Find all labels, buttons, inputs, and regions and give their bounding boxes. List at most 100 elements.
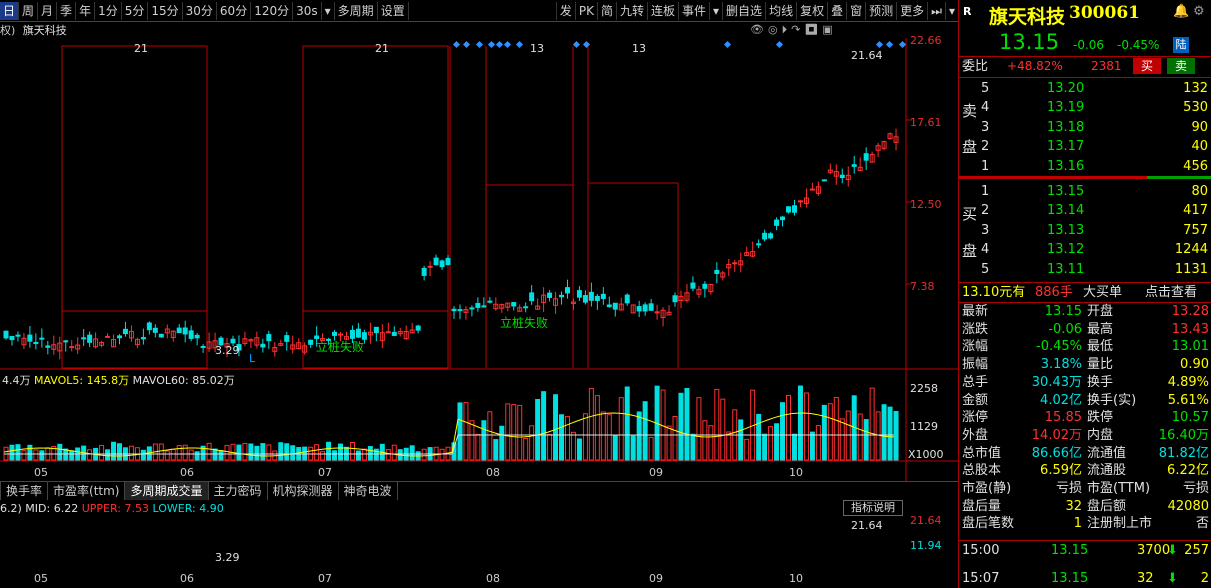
r-badge: R	[963, 5, 972, 18]
indicator-tab[interactable]: 主力密码	[209, 482, 268, 500]
period-tab[interactable]: 设置	[378, 1, 409, 20]
tool-button[interactable]: 预测	[865, 1, 896, 20]
period-tab[interactable]: 周	[19, 1, 39, 20]
tool-button[interactable]: 发	[555, 1, 575, 20]
candle-body	[809, 188, 815, 191]
candle-body	[451, 308, 457, 312]
period-tab[interactable]: 季	[57, 1, 77, 20]
indicator-tab[interactable]: 市盈率(ttm)	[48, 482, 126, 500]
fullscreen-icon[interactable]: ⏭	[927, 1, 945, 20]
volume-bar	[887, 406, 893, 461]
chevron-down-icon[interactable]: ▾	[322, 1, 335, 20]
period-tab[interactable]: 日	[0, 1, 20, 20]
weibi-value: +48.82%	[1007, 59, 1063, 73]
day-label: 21	[134, 42, 148, 55]
cycle-box	[61, 45, 208, 369]
volume-bar	[511, 404, 517, 461]
stat-row: 市盈(静) 亏损 市盈(TTM) 亏损	[962, 481, 1209, 496]
volume-bar	[600, 411, 606, 461]
tool-button[interactable]: 复权	[796, 1, 827, 20]
period-tab[interactable]: 1分	[95, 1, 122, 20]
candle-body	[582, 295, 588, 303]
volume-bar	[875, 411, 881, 461]
ind-upper: UPPER: 7.53	[81, 502, 149, 515]
stat-row: 总手 30.43万 换手 4.89%	[962, 374, 1209, 390]
indicator-tab[interactable]: 神奇电波	[339, 482, 398, 500]
volume-bar	[481, 420, 487, 461]
chart-header: 权) 旗天科技 👁◎⏵↷⏹▣	[0, 22, 958, 38]
chevron-down-icon[interactable]: ▾	[944, 1, 958, 20]
orderbook-row: 4 13.19 530	[981, 100, 1208, 116]
period-tab[interactable]: 月	[38, 1, 58, 20]
tool-button[interactable]: 事件	[678, 1, 709, 20]
chevron-down-icon[interactable]: ▾	[709, 1, 722, 20]
sell-button[interactable]: 卖	[1167, 58, 1195, 74]
candle-body	[511, 302, 517, 307]
volume-bar	[57, 443, 63, 461]
candle-body	[457, 309, 463, 312]
volume-bar	[559, 414, 565, 461]
volume-bar	[188, 449, 194, 461]
period-tab[interactable]: 30分	[183, 1, 217, 20]
big-order-row[interactable]: 13.10元有 886手 大买单 点击查看	[959, 283, 1211, 302]
tool-button[interactable]: 更多	[896, 1, 927, 20]
candle-body	[116, 335, 122, 339]
period-tab[interactable]: 5分	[122, 1, 149, 20]
candle-body	[612, 302, 618, 310]
period-tab[interactable]: 年	[76, 1, 96, 20]
tick-row: 15:00 13.15 3700 ⬇ 257	[962, 543, 1209, 558]
candle-body	[606, 304, 612, 308]
volume-bar	[839, 418, 845, 461]
high-price-label: 21.64	[851, 49, 883, 62]
candle-body	[39, 337, 45, 340]
volume-bar	[636, 411, 642, 461]
ind-mid: MID: 6.22	[25, 502, 79, 515]
candle-body	[714, 269, 720, 274]
stat-row: 振幅 3.18% 量比 0.90	[962, 357, 1209, 373]
candle-body	[69, 346, 75, 349]
tool-button[interactable]: 简	[596, 1, 616, 20]
candle-body	[122, 328, 128, 335]
chart-tool-icons[interactable]: 👁◎⏵↷⏹▣	[750, 23, 837, 37]
indicator-tabs: 换手率 市盈率(ttm) 多周期成交量 主力密码 机构探测器 神奇电波	[0, 481, 958, 500]
indicator-tab[interactable]: 多周期成交量	[125, 482, 209, 500]
volume-bar	[863, 419, 869, 461]
indicator-tab[interactable]: 机构探测器	[268, 482, 339, 500]
signal-diamond	[572, 40, 581, 49]
price-tick-3: 12.50	[910, 198, 942, 211]
indicator-tab[interactable]: 换手率	[1, 482, 49, 500]
stat-row: 最新 13.15 开盘 13.28	[962, 304, 1209, 319]
signal-diamond	[723, 40, 732, 49]
tool-button[interactable]: 连板	[646, 1, 678, 20]
volume-bar	[726, 431, 732, 461]
tool-button[interactable]: 窗	[846, 1, 865, 20]
period-tab[interactable]: 60分	[217, 1, 252, 20]
stock-code: 300061	[1069, 3, 1140, 23]
tool-button[interactable]: 删自选	[722, 1, 765, 20]
month-label: 08	[486, 572, 500, 585]
volume-bar	[314, 444, 320, 461]
volume-bar	[493, 439, 499, 461]
period-tab[interactable]: 30s	[293, 1, 322, 20]
day-label: 21	[375, 42, 389, 55]
tool-button[interactable]: PK	[574, 1, 597, 20]
candle-body	[648, 303, 654, 311]
tool-button[interactable]: 均线	[765, 1, 796, 20]
tool-button[interactable]: 叠	[827, 1, 846, 20]
volume-bar	[768, 426, 774, 461]
stat-row: 涨幅 -0.45% 最低 13.01	[962, 339, 1209, 355]
period-tab[interactable]: 120分	[251, 1, 294, 20]
candle-body	[230, 338, 236, 344]
period-tab[interactable]: 多周期	[335, 1, 378, 20]
candle-body	[200, 345, 206, 348]
indicator-help-button[interactable]: 指标说明	[843, 500, 903, 516]
tool-button[interactable]: 九转	[615, 1, 647, 20]
volume-bar	[612, 435, 618, 461]
candle-body	[421, 267, 427, 276]
gear-icon[interactable]: ⚙	[1193, 4, 1205, 19]
period-tab[interactable]: 15分	[148, 1, 183, 20]
kline-chart[interactable]	[0, 38, 958, 481]
volume-bar	[708, 425, 714, 461]
buy-button[interactable]: 买	[1133, 58, 1161, 74]
bell-icon[interactable]: 🔔	[1173, 4, 1189, 19]
